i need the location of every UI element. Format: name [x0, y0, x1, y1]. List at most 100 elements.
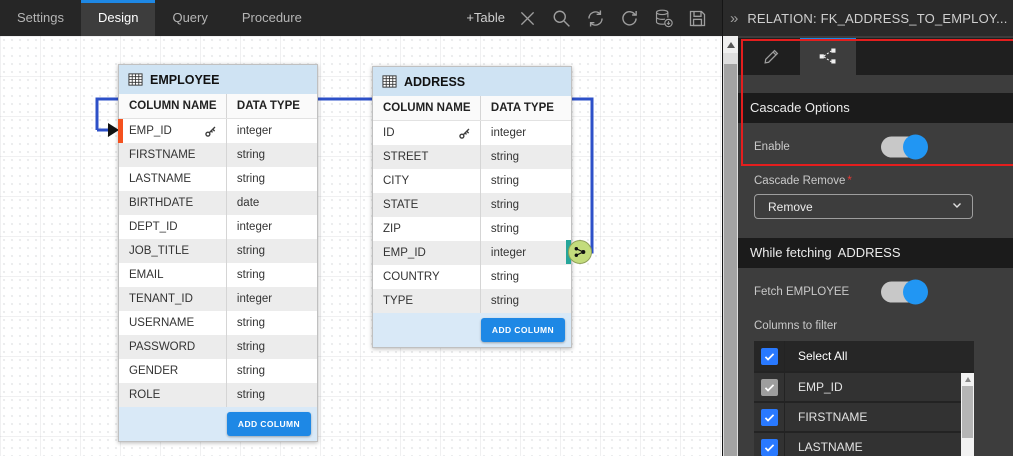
column-name-cell: COUNTRY: [373, 265, 480, 289]
scroll-up-icon[interactable]: [723, 36, 738, 53]
table-address[interactable]: ADDRESSCOLUMN NAMEDATA TYPEIDintegerSTRE…: [372, 66, 572, 348]
table-row-tenant_id[interactable]: TENANT_IDinteger: [119, 287, 317, 311]
tab-query[interactable]: Query: [155, 0, 224, 36]
data-type-cell: string: [480, 169, 571, 193]
column-name-cell: ID: [373, 121, 480, 145]
data-type: string: [237, 317, 265, 329]
add-column-button[interactable]: ADD COLUMN: [481, 318, 565, 342]
data-type: integer: [237, 125, 272, 137]
toolbar: SettingsDesignQueryProcedure +Table » RE…: [0, 0, 1013, 36]
column-name: ROLE: [129, 389, 160, 401]
table-row-id[interactable]: IDinteger: [373, 121, 571, 145]
filter-column-row-firstname[interactable]: FIRSTNAME: [754, 403, 974, 431]
relation-properties-panel: Cascade Options Enable Cascade Remove* R…: [722, 36, 1013, 456]
checkbox-checked[interactable]: [761, 409, 778, 426]
table-grid-icon: [382, 74, 397, 89]
primary-key-icon: [458, 127, 471, 140]
table-row-type[interactable]: TYPEstring: [373, 289, 571, 313]
tab-settings[interactable]: Settings: [0, 0, 81, 36]
data-type: string: [491, 223, 519, 235]
refresh-icon[interactable]: [585, 8, 606, 29]
filter-column-row-lastname[interactable]: LASTNAME: [754, 433, 974, 456]
cascade-options-header: Cascade Options: [738, 93, 1013, 123]
data-type: date: [237, 197, 259, 209]
table-row-username[interactable]: USERNAME string: [119, 311, 317, 335]
design-canvas[interactable]: EMPLOYEE COLUMN NAMEDATA TYPE EMP_IDintege…: [0, 36, 722, 456]
table-employee[interactable]: EMPLOYEECOLUMN NAMEDATA TYPEEMP_IDintege…: [118, 64, 318, 442]
panel-scrollbar-thumb[interactable]: [724, 64, 737, 456]
table-row-email[interactable]: EMAILstring: [119, 263, 317, 287]
save-icon[interactable]: [687, 8, 708, 29]
column-headers: COLUMN NAMEDATA TYPE: [373, 96, 571, 121]
database-export-icon[interactable]: [653, 8, 674, 29]
table-row-job_title[interactable]: JOB_TITLEstring: [119, 239, 317, 263]
table-row-birthdate[interactable]: BIRTHDATEdate: [119, 191, 317, 215]
add-column-button[interactable]: ADD COLUMN: [227, 412, 311, 436]
table-row-country[interactable]: COUNTRYstring: [373, 265, 571, 289]
table-row-password[interactable]: PASSWORD string: [119, 335, 317, 359]
table-row-emp_id[interactable]: EMP_IDinteger: [373, 241, 571, 265]
collapse-panel-icon[interactable]: »: [723, 10, 747, 27]
table-name: EMPLOYEE: [150, 73, 219, 87]
scroll-up-icon[interactable]: [961, 373, 974, 385]
table-footer: ADD COLUMN: [119, 407, 317, 441]
checkbox-checked[interactable]: [761, 348, 778, 365]
tab-design[interactable]: Design: [81, 0, 155, 36]
column-name-cell: ROLE: [119, 383, 226, 407]
while-fetching-header: While fetchingADDRESS: [738, 238, 1013, 268]
enable-toggle[interactable]: [881, 137, 926, 158]
table-row-firstname[interactable]: FIRSTNAMEstring: [119, 143, 317, 167]
table-row-lastname[interactable]: LASTNAMEstring: [119, 167, 317, 191]
fetch-toggle[interactable]: [881, 282, 926, 303]
column-name: LASTNAME: [129, 173, 191, 185]
cascade-remove-select[interactable]: Remove: [754, 194, 973, 219]
schema-designer-app: SettingsDesignQueryProcedure +Table » RE…: [0, 0, 1013, 456]
data-type-cell: string: [226, 359, 317, 383]
table-row-gender[interactable]: GENDERstring: [119, 359, 317, 383]
column-name-cell: TENANT_ID: [119, 287, 226, 311]
list-scrollbar[interactable]: [961, 373, 974, 456]
column-name: STREET: [383, 151, 428, 163]
columns-to-filter-label: Columns to filter: [754, 320, 1013, 332]
tab-procedure[interactable]: Procedure: [225, 0, 319, 36]
column-name-cell: USERNAME: [119, 311, 226, 335]
pencil-icon: [762, 46, 782, 71]
checkbox-checked[interactable]: [761, 439, 778, 456]
data-type: string: [237, 341, 265, 353]
column-name-cell: FIRSTNAME: [119, 143, 226, 167]
table-row-city[interactable]: CITYstring: [373, 169, 571, 193]
column-name: TYPE: [383, 295, 413, 307]
table-row-emp_id[interactable]: EMP_IDinteger: [119, 119, 317, 143]
table-row-zip[interactable]: ZIPstring: [373, 217, 571, 241]
table-row-role[interactable]: ROLEstring: [119, 383, 317, 407]
enable-row: Enable: [738, 123, 1013, 171]
redo-icon[interactable]: [619, 8, 640, 29]
table-row-state[interactable]: STATEstring: [373, 193, 571, 217]
panel-scrollbar[interactable]: [723, 36, 738, 456]
fetching-table-name: ADDRESS: [838, 245, 901, 260]
column-name: PASSWORD: [129, 341, 195, 353]
data-type: string: [491, 151, 519, 163]
table-row-street[interactable]: STREET string: [373, 145, 571, 169]
cascade-remove-value: Remove: [768, 200, 813, 214]
column-name-cell: GENDER: [119, 359, 226, 383]
add-table-button[interactable]: +Table: [454, 0, 517, 36]
column-name: STATE: [383, 199, 418, 211]
select-all-row[interactable]: Select All: [754, 341, 974, 371]
data-type-cell: string: [226, 311, 317, 335]
column-name-header: COLUMN NAME: [373, 102, 480, 114]
tab-relation[interactable]: [800, 38, 856, 75]
search-icon[interactable]: [551, 8, 572, 29]
column-name-cell: JOB_TITLE: [119, 239, 226, 263]
relation-node-icon[interactable]: [568, 240, 592, 264]
list-scrollbar-thumb[interactable]: [962, 386, 973, 438]
close-icon[interactable]: [517, 8, 538, 29]
data-type-cell: integer: [226, 119, 317, 143]
tab-edit[interactable]: [744, 38, 800, 75]
filter-column-row-emp_id[interactable]: EMP_ID: [754, 373, 974, 401]
table-title: EMPLOYEE: [119, 65, 317, 94]
table-row-dept_id[interactable]: DEPT_IDinteger: [119, 215, 317, 239]
relation-line[interactable]: [0, 36, 722, 456]
filter-column-label: FIRSTNAME: [785, 410, 867, 424]
panel-tabs: [738, 38, 1013, 75]
